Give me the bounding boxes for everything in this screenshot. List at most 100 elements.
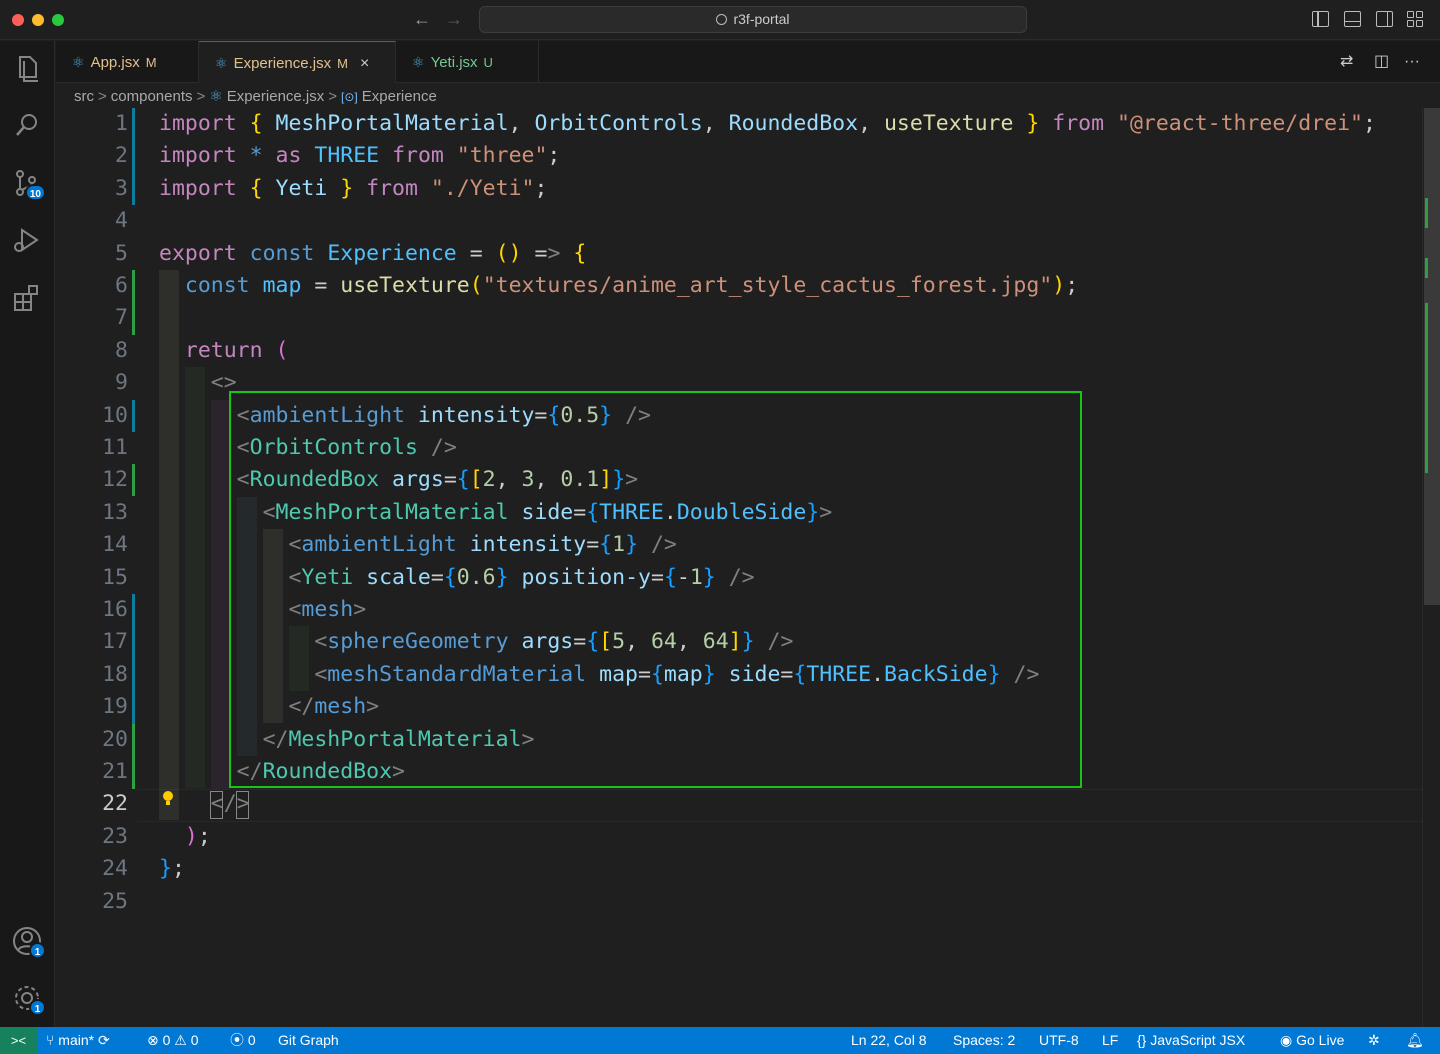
status-bar: >< ⑂ main* ⟳ ⊗ 0 ⚠ 0 ⦿ 0 Git Graph Ln 22… [0, 1027, 1440, 1054]
line-number: 4 [115, 208, 128, 233]
code-editor[interactable]: 1 2 3 4 5 6 7 8 9 10 11 12 13 14 15 16 1… [56, 108, 1422, 1027]
explorer-icon[interactable] [10, 51, 44, 85]
react-icon: ⚛ [215, 55, 228, 71]
cursor-position[interactable]: Ln 22, Col 8 [851, 1027, 927, 1054]
broadcast-icon: ⦿ [230, 1032, 248, 1048]
code-line[interactable]: <> [159, 367, 237, 399]
back-arrow-icon[interactable]: ← [412, 9, 432, 29]
breadcrumb-separator: > [328, 88, 338, 105]
breadcrumb-file[interactable]: Experience.jsx [227, 88, 325, 105]
accounts-badge: 1 [29, 942, 46, 959]
problems-indicator[interactable]: ⊗ 0 ⚠ 0 [147, 1027, 199, 1054]
line-number: 25 [102, 889, 128, 914]
breadcrumb-separator: > [196, 88, 206, 105]
git-graph-button[interactable]: Git Graph [278, 1027, 339, 1054]
line-number: 1 [115, 111, 128, 136]
symbol-variable-icon: [⊙] [341, 90, 358, 104]
split-editor-icon[interactable]: ◫ [1374, 41, 1389, 83]
go-live-label: Go Live [1296, 1032, 1345, 1048]
tab-label: Experience.jsx [233, 55, 332, 72]
line-number: 3 [115, 176, 128, 201]
bracket-match-open [210, 791, 223, 819]
line-number: 2 [115, 143, 128, 168]
line-number: 6 [115, 273, 128, 298]
minimize-window-button[interactable] [32, 14, 44, 26]
line-number: 17 [102, 629, 128, 654]
vertical-scrollbar[interactable] [1422, 108, 1440, 1027]
more-actions-icon[interactable]: ··· [1404, 41, 1420, 83]
code-line[interactable]: export const Experience = () => { [159, 238, 586, 270]
line-number: 14 [102, 532, 128, 557]
lightbulb-icon[interactable] [162, 791, 174, 807]
remote-indicator-icon[interactable]: >< [0, 1027, 37, 1054]
react-icon: ⚛ [209, 88, 223, 105]
toggle-panel-icon[interactable] [1344, 11, 1361, 27]
search-icon[interactable] [10, 108, 44, 142]
compare-changes-icon[interactable]: ⇄ [1340, 41, 1353, 83]
warning-count: 0 [190, 1032, 199, 1048]
language-mode[interactable]: {} JavaScript JSX [1137, 1027, 1245, 1054]
code-line[interactable]: ); [159, 821, 211, 853]
toggle-secondary-sidebar-icon[interactable] [1376, 11, 1393, 27]
close-tab-icon[interactable]: × [360, 55, 369, 72]
line-number: 24 [102, 856, 128, 881]
line-number: 18 [102, 662, 128, 687]
code-line[interactable]: const map = useTexture("textures/anime_a… [159, 270, 1078, 302]
ports-count: 0 [247, 1032, 256, 1048]
line-number: 20 [102, 727, 128, 752]
forward-arrow-icon[interactable]: → [444, 9, 464, 29]
react-icon: ⚛ [412, 54, 425, 70]
overview-ruler-change [1425, 198, 1428, 228]
copilot-icon[interactable]: ✲ [1368, 1027, 1380, 1054]
zoom-window-button[interactable] [52, 14, 64, 26]
command-center[interactable]: r3f-portal [479, 6, 1027, 33]
accounts-icon[interactable]: 1 [10, 924, 46, 959]
breadcrumb-src[interactable]: src [74, 88, 94, 105]
tab-app-jsx[interactable]: ⚛ App.jsx M [56, 41, 199, 83]
line-number: 9 [115, 370, 128, 395]
code-line[interactable]: import { MeshPortalMaterial, OrbitContro… [159, 108, 1376, 140]
breadcrumb-components[interactable]: components [111, 88, 193, 105]
source-control-icon[interactable]: 10 [10, 166, 46, 201]
end-of-line[interactable]: LF [1102, 1027, 1118, 1054]
title-bar: ← → r3f-portal [0, 0, 1440, 40]
settings-badge: 1 [29, 999, 46, 1016]
overview-ruler-change [1425, 303, 1428, 473]
go-live-button[interactable]: ◉ Go Live [1280, 1027, 1344, 1054]
code-line[interactable]: import { Yeti } from "./Yeti"; [159, 173, 547, 205]
tab-label: App.jsx [90, 54, 140, 71]
indentation[interactable]: Spaces: 2 [953, 1027, 1015, 1054]
current-line-highlight [138, 789, 1422, 822]
bracket-match-close [236, 791, 249, 819]
code-line[interactable]: }; [159, 853, 185, 885]
line-number: 5 [115, 241, 128, 266]
close-window-button[interactable] [12, 14, 24, 26]
line-number: 7 [115, 305, 128, 330]
branch-indicator[interactable]: ⑂ main* ⟳ [46, 1027, 110, 1054]
tab-yeti-jsx[interactable]: ⚛ Yeti.jsx U [396, 41, 539, 83]
extensions-icon[interactable] [10, 281, 44, 315]
manage-gear-icon[interactable]: 1 [10, 981, 46, 1016]
line-number: 8 [115, 338, 128, 363]
git-branch-icon: ⑂ [46, 1032, 59, 1048]
line-number-gutter: 1 2 3 4 5 6 7 8 9 10 11 12 13 14 15 16 1… [56, 108, 136, 1027]
editor-tab-bar: ⚛ App.jsx M ⚛ Experience.jsx M × ⚛ Yeti.jsx U ⇄… [56, 41, 1440, 83]
tab-experience-jsx[interactable]: ⚛ Experience.jsx M × [199, 41, 396, 83]
broadcast-icon: ◉ [1280, 1032, 1297, 1048]
react-icon: ⚛ [72, 54, 85, 70]
window-title: r3f-portal [733, 11, 790, 27]
sync-icon[interactable]: ⟳ [94, 1032, 110, 1048]
code-line[interactable]: return ( [159, 335, 289, 367]
customize-layout-icon[interactable] [1407, 11, 1424, 27]
code-line[interactable]: import * as THREE from "three"; [159, 140, 560, 172]
warning-icon: ⚠ [170, 1032, 191, 1048]
tab-label: Yeti.jsx [430, 54, 478, 71]
encoding[interactable]: UTF-8 [1039, 1027, 1079, 1054]
activity-bar: 10 1 1 [0, 41, 55, 1027]
ports-indicator[interactable]: ⦿ 0 [230, 1027, 256, 1054]
source-control-badge: 10 [24, 184, 46, 201]
run-debug-icon[interactable] [10, 223, 44, 257]
breadcrumb-symbol[interactable]: Experience [362, 88, 437, 105]
toggle-primary-sidebar-icon[interactable] [1312, 11, 1329, 27]
notifications-bell-icon[interactable]: 🔔︎ [1406, 1027, 1424, 1054]
